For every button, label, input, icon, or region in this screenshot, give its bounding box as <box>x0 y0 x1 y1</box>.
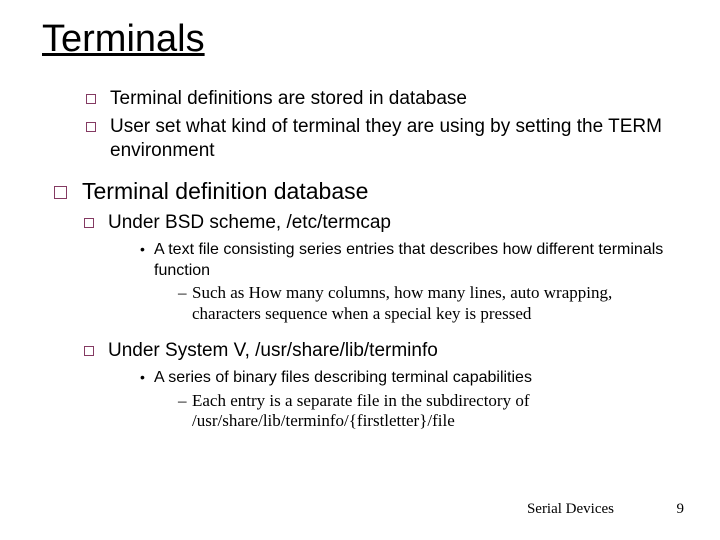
scheme-detail: A text file consisting series entries th… <box>140 240 684 330</box>
scheme-label: Under BSD scheme, /etc/termcap <box>108 212 391 233</box>
scheme-item: Under BSD scheme, /etc/termcap A text fi… <box>84 211 684 336</box>
scheme-note: Each entry is a separate file in the sub… <box>178 391 684 432</box>
scheme-detail-text: A text file consisting series entries th… <box>154 241 663 279</box>
scheme-detail-text: A series of binary files describing term… <box>154 369 532 386</box>
section-heading: Terminal definition database <box>82 178 368 204</box>
intro-list: Terminal definitions are stored in datab… <box>42 87 684 164</box>
scheme-detail-list: A text file consisting series entries th… <box>108 236 684 336</box>
scheme-note-list: Such as How many columns, how many lines… <box>154 281 684 330</box>
section-heading-item: Terminal definition database Under BSD s… <box>54 178 684 443</box>
scheme-label: Under System V, /usr/share/lib/terminfo <box>108 340 438 361</box>
intro-item: Terminal definitions are stored in datab… <box>86 87 684 112</box>
footer-label: Serial Devices <box>527 501 614 518</box>
section-list: Terminal definition database Under BSD s… <box>42 178 684 443</box>
scheme-note: Such as How many columns, how many lines… <box>178 283 684 324</box>
slide: Terminals Terminal definitions are store… <box>0 0 720 540</box>
scheme-detail-list: A series of binary files describing term… <box>108 364 684 444</box>
page-number: 9 <box>677 501 685 518</box>
slide-title: Terminals <box>42 18 684 61</box>
scheme-detail: A series of binary files describing term… <box>140 368 684 438</box>
scheme-item: Under System V, /usr/share/lib/terminfo … <box>84 339 684 443</box>
scheme-list: Under BSD scheme, /etc/termcap A text fi… <box>82 211 684 443</box>
intro-item: User set what kind of terminal they are … <box>86 115 684 164</box>
scheme-note-list: Each entry is a separate file in the sub… <box>154 389 684 438</box>
